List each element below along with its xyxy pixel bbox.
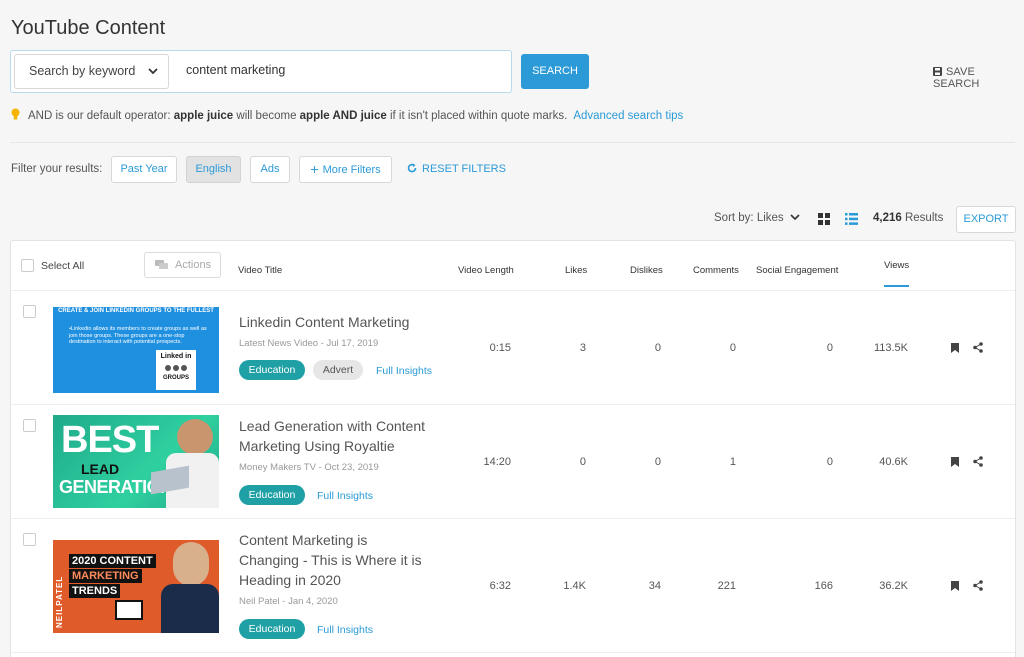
col-likes[interactable]: Likes bbox=[565, 265, 587, 276]
likes-value: 1.4K bbox=[563, 580, 586, 592]
video-length: 6:32 bbox=[489, 580, 511, 592]
video-thumbnail[interactable]: CREATE & JOIN LINKEDIN GROUPS TO THE FUL… bbox=[53, 300, 219, 393]
page-title: YouTube Content bbox=[11, 17, 166, 39]
comments-value: 1 bbox=[729, 456, 736, 468]
actions-button[interactable]: Actions bbox=[144, 252, 221, 278]
col-video-length[interactable]: Video Length bbox=[458, 265, 514, 276]
row-divider bbox=[11, 518, 1015, 519]
video-length: 14:20 bbox=[483, 456, 511, 468]
video-thumbnail[interactable]: BEST LEAD GENERATION bbox=[53, 415, 219, 508]
search-mode-select[interactable]: Search by keyword bbox=[14, 54, 169, 89]
filter-ads[interactable]: Ads bbox=[250, 156, 290, 183]
engagement-value: 166 bbox=[814, 580, 833, 592]
actions-icon bbox=[155, 260, 168, 269]
video-meta: Latest News Video - Jul 17, 2019 bbox=[239, 338, 379, 349]
category-chip[interactable]: Education bbox=[239, 619, 305, 639]
views-value: 36.2K bbox=[879, 580, 908, 592]
category-chip[interactable]: Education bbox=[239, 360, 305, 380]
header-divider bbox=[11, 290, 1015, 291]
video-thumbnail[interactable]: NEILPATEL 2020 CONTENT MARKETING TRENDS bbox=[53, 540, 219, 633]
engagement-value: 0 bbox=[826, 342, 833, 354]
comments-value: 221 bbox=[717, 580, 736, 592]
select-all-checkbox[interactable] bbox=[21, 259, 34, 272]
divider bbox=[10, 142, 1015, 143]
chevron-down-icon bbox=[148, 55, 158, 101]
advanced-search-tips-link[interactable]: Advanced search tips bbox=[573, 110, 683, 122]
row-divider bbox=[11, 652, 1015, 653]
row-divider bbox=[11, 404, 1015, 405]
video-meta: Neil Patel - Jan 4, 2020 bbox=[239, 596, 338, 607]
col-comments[interactable]: Comments bbox=[693, 265, 739, 276]
save-icon bbox=[933, 67, 942, 76]
col-dislikes[interactable]: Dislikes bbox=[630, 265, 663, 276]
share-icon[interactable] bbox=[973, 580, 983, 591]
views-value: 40.6K bbox=[879, 456, 908, 468]
reset-filters-button[interactable]: RESET FILTERS bbox=[407, 163, 506, 175]
select-all-label: Select All bbox=[41, 260, 85, 272]
share-icon[interactable] bbox=[973, 342, 983, 353]
video-length: 0:15 bbox=[489, 342, 511, 354]
bulb-icon bbox=[11, 108, 20, 120]
sort-indicator bbox=[884, 285, 909, 287]
filter-label: Filter your results: bbox=[11, 163, 103, 175]
video-meta: Money Makers TV - Oct 23, 2019 bbox=[239, 462, 379, 473]
likes-value: 3 bbox=[579, 342, 586, 354]
bookmark-icon[interactable] bbox=[951, 581, 959, 591]
more-filters-button[interactable]: + More Filters bbox=[299, 156, 392, 183]
search-button[interactable]: SEARCH bbox=[521, 54, 589, 89]
filter-past-year[interactable]: Past Year bbox=[111, 156, 177, 183]
row-checkbox[interactable] bbox=[23, 533, 36, 546]
col-video-title[interactable]: Video Title bbox=[238, 265, 282, 276]
row-checkbox[interactable] bbox=[23, 305, 36, 318]
refresh-icon bbox=[407, 163, 417, 173]
search-tip: AND is our default operator: apple juice… bbox=[11, 108, 683, 122]
engagement-value: 0 bbox=[826, 456, 833, 468]
views-value: 113.5K bbox=[873, 342, 908, 354]
export-button[interactable]: EXPORT bbox=[956, 206, 1016, 233]
likes-value: 0 bbox=[579, 456, 586, 468]
grid-view-icon[interactable] bbox=[818, 213, 830, 225]
save-search-button[interactable]: SAVE SEARCH bbox=[933, 66, 1024, 90]
full-insights-link[interactable]: Full Insights bbox=[376, 365, 432, 377]
search-mode-label: Search by keyword bbox=[29, 64, 136, 78]
dislikes-value: 34 bbox=[648, 580, 661, 592]
bookmark-icon[interactable] bbox=[951, 343, 959, 353]
search-input[interactable]: content marketing bbox=[186, 63, 285, 77]
row-checkbox[interactable] bbox=[23, 419, 36, 432]
full-insights-link[interactable]: Full Insights bbox=[317, 490, 373, 502]
video-title-link[interactable]: Lead Generation with Content Marketing Us… bbox=[239, 416, 459, 456]
results-count: 4,216 Results bbox=[873, 212, 944, 224]
col-views[interactable]: Views bbox=[884, 260, 909, 271]
dislikes-value: 0 bbox=[654, 342, 661, 354]
video-title-link[interactable]: Content Marketing is Changing - This is W… bbox=[239, 530, 439, 590]
dislikes-value: 0 bbox=[654, 456, 661, 468]
full-insights-link[interactable]: Full Insights bbox=[317, 624, 373, 636]
comments-value: 0 bbox=[729, 342, 736, 354]
share-icon[interactable] bbox=[973, 456, 983, 467]
col-social-engagement[interactable]: Social Engagement bbox=[756, 265, 838, 276]
bookmark-icon[interactable] bbox=[951, 457, 959, 467]
advert-chip: Advert bbox=[313, 360, 363, 380]
list-view-icon[interactable] bbox=[845, 213, 858, 225]
category-chip[interactable]: Education bbox=[239, 485, 305, 505]
video-title-link[interactable]: Linkedin Content Marketing bbox=[239, 312, 439, 332]
plus-icon: + bbox=[310, 161, 319, 177]
filter-english[interactable]: English bbox=[186, 156, 241, 183]
sort-dropdown[interactable]: Sort by: Likes bbox=[714, 212, 800, 224]
chevron-down-icon bbox=[790, 214, 800, 221]
